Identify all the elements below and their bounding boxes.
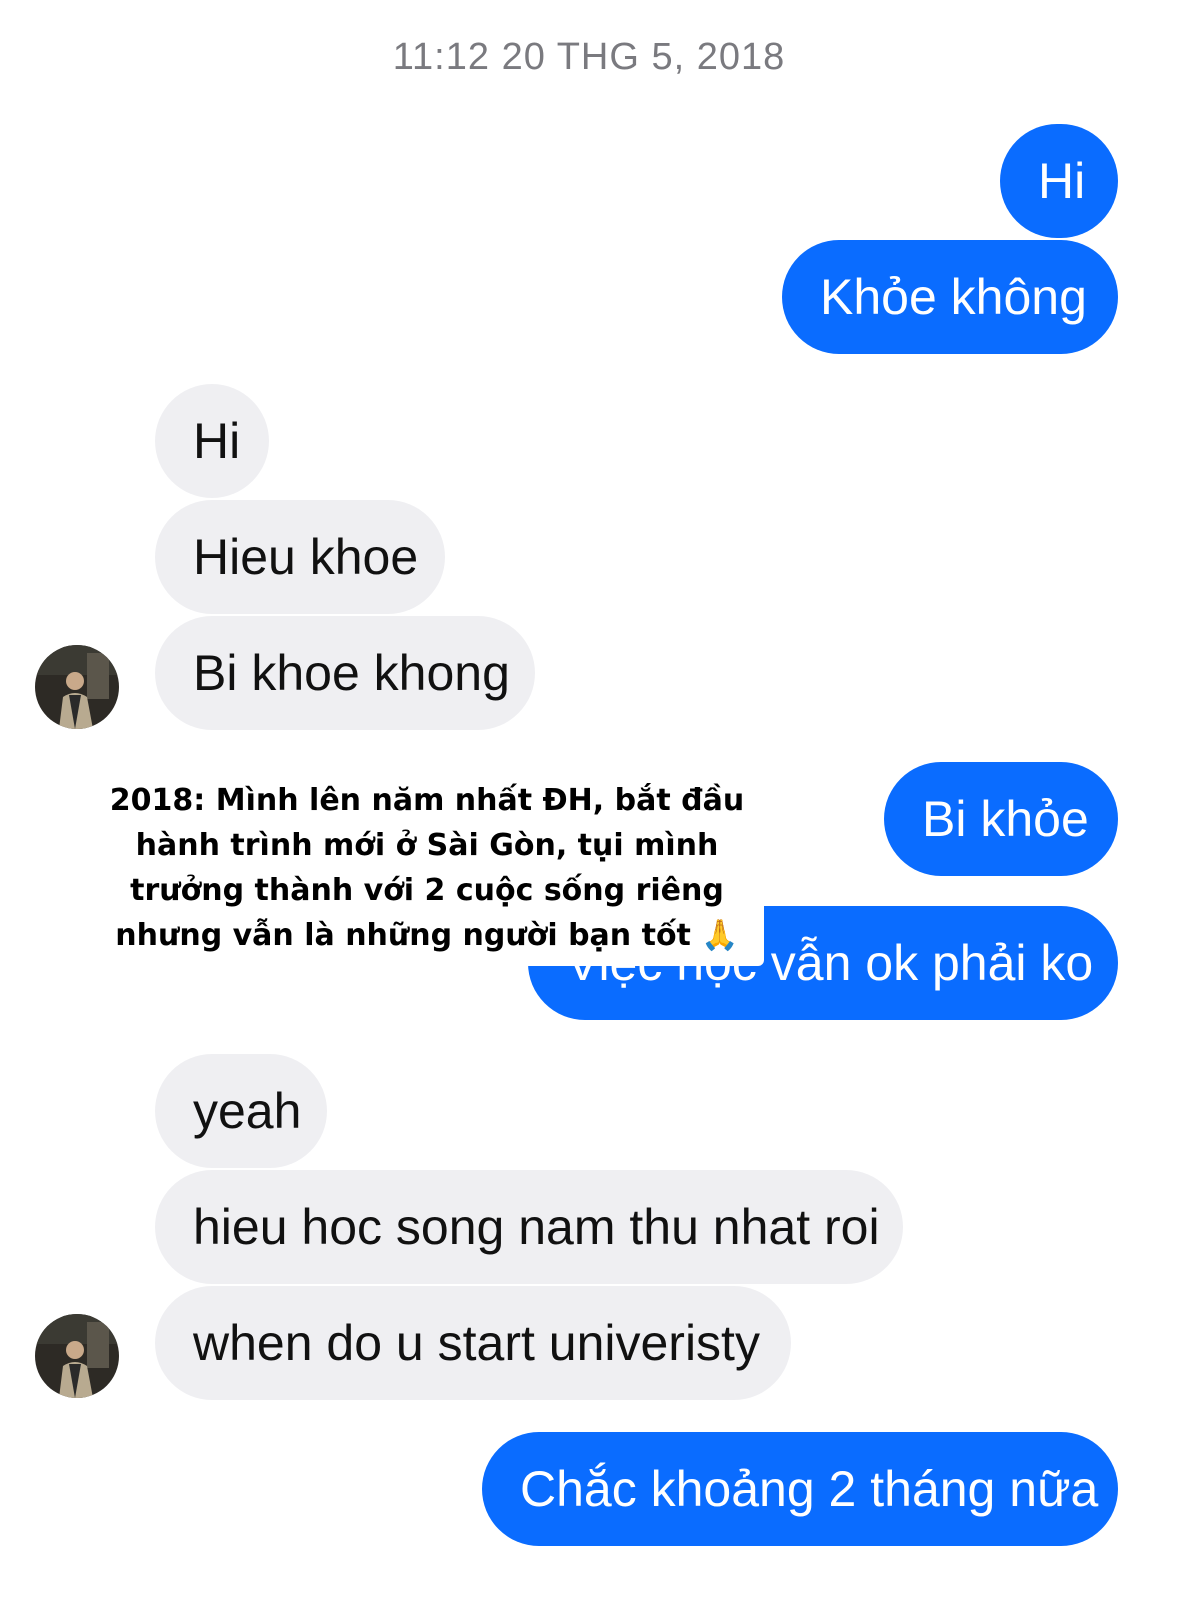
contact-avatar[interactable] [35, 1314, 119, 1398]
caption-line: trưởng thành với 2 cuộc sống riêng [130, 873, 724, 908]
avatar-photo-icon [35, 1314, 119, 1398]
contact-avatar[interactable] [35, 645, 119, 729]
story-caption: 2018: Mình lên năm nhất ĐH, bắt đầu hành… [92, 778, 762, 958]
message-bubble-incoming[interactable]: Hi [155, 384, 269, 498]
caption-line: nhưng vẫn là những người bạn tốt 🙏 [115, 918, 739, 953]
message-bubble-incoming[interactable]: hieu hoc song nam thu nhat roi [155, 1170, 903, 1284]
message-bubble-incoming[interactable]: Bi khoe khong [155, 616, 535, 730]
chat-timestamp: 11:12 20 THG 5, 2018 [392, 36, 786, 78]
message-bubble-outgoing[interactable]: Khỏe không [782, 240, 1118, 354]
message-bubble-outgoing[interactable]: Hi [1000, 124, 1118, 238]
caption-line: hành trình mới ở Sài Gòn, tụi mình [135, 828, 719, 863]
message-bubble-incoming[interactable]: yeah [155, 1054, 327, 1168]
message-bubble-incoming[interactable]: Hieu khoe [155, 500, 445, 614]
message-bubble-outgoing[interactable]: Bi khỏe [884, 762, 1118, 876]
caption-line: 2018: Mình lên năm nhất ĐH, bắt đầu [109, 783, 745, 818]
message-bubble-outgoing[interactable]: Chắc khoảng 2 tháng nữa [482, 1432, 1118, 1546]
avatar-photo-icon [35, 645, 119, 729]
message-bubble-incoming[interactable]: when do u start univeristy [155, 1286, 791, 1400]
